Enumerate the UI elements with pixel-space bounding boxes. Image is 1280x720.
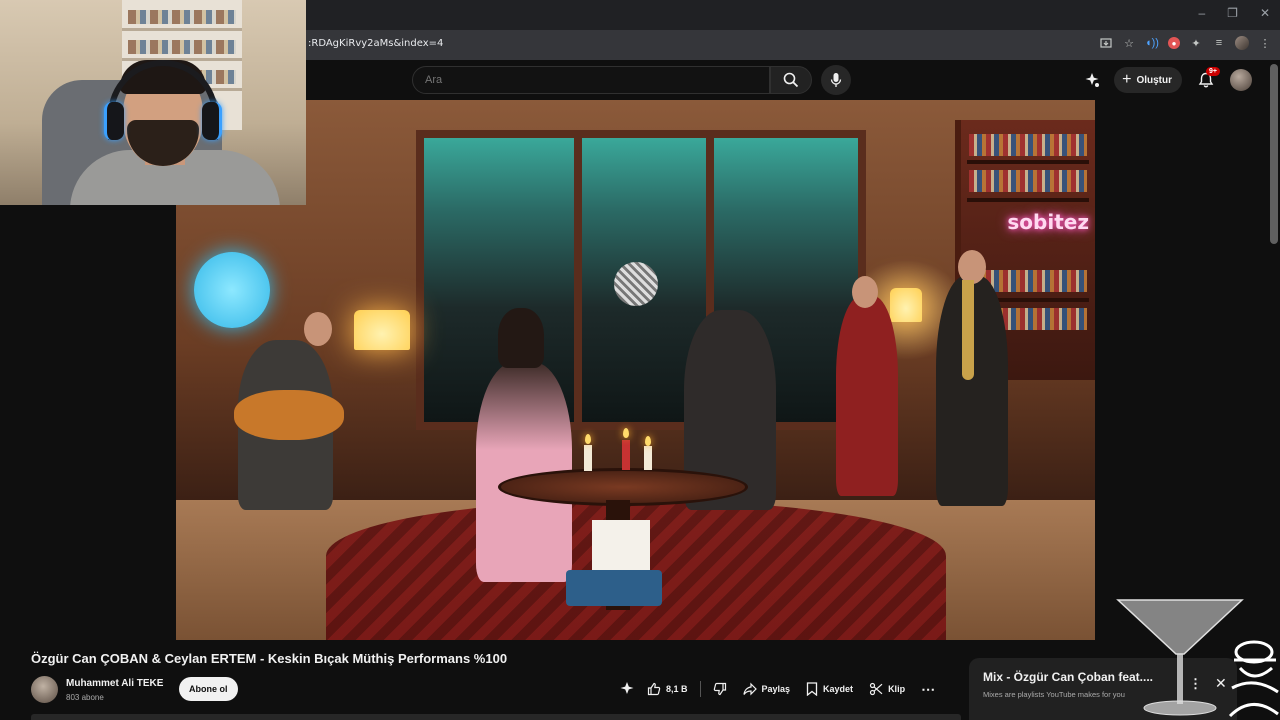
media-control-icon[interactable]: ≡ [1212, 36, 1226, 50]
acoustic-guitar [234, 390, 344, 440]
candle [622, 440, 630, 470]
dislike-button[interactable] [709, 678, 731, 700]
typewriter-paper [592, 520, 650, 570]
notifications-button[interactable]: 9+ [1196, 67, 1220, 90]
headset-earcup-right [202, 102, 222, 140]
mix-subtitle: Mixes are playlists YouTube makes for yo… [983, 690, 1125, 699]
close-window-icon[interactable]: ✕ [1260, 6, 1270, 20]
create-button[interactable]: + Oluştur [1114, 67, 1182, 93]
shelf-items [128, 10, 236, 24]
headset-earcup-left [104, 102, 124, 140]
search-icon [783, 72, 799, 88]
share-button[interactable]: Paylaş [739, 678, 795, 700]
notification-badge: 9+ [1206, 67, 1220, 76]
clip-icon [869, 682, 883, 696]
dislike-icon [713, 682, 726, 696]
window-controls: – ❐ ✕ [1198, 6, 1270, 20]
typewriter [566, 570, 662, 606]
candle-flame [645, 436, 651, 446]
webcam-overlay [0, 0, 306, 205]
description-box-edge[interactable] [31, 714, 961, 720]
like-divider [699, 681, 701, 697]
share-label: Paylaş [761, 684, 791, 694]
clip-button[interactable]: Klip [865, 678, 909, 700]
candle-flame [623, 428, 629, 438]
stream-mascot-overlay [1228, 640, 1279, 718]
shelf-items [128, 40, 236, 54]
books [969, 170, 1087, 192]
save-label: Kaydet [823, 684, 854, 694]
save-button[interactable]: Kaydet [802, 678, 857, 700]
clip-label: Klip [888, 684, 906, 694]
saxophonist-head [958, 250, 986, 284]
install-app-icon[interactable] [1099, 36, 1113, 50]
maximize-icon[interactable]: ❐ [1227, 6, 1238, 20]
backing-singer [836, 296, 898, 496]
video-player[interactable]: sobitez [176, 100, 1095, 640]
subscriber-count: 803 abone [66, 693, 104, 702]
channel-avatar[interactable] [31, 676, 58, 703]
like-count: 8,1 B [666, 684, 688, 694]
browser-profile-avatar[interactable] [1235, 36, 1249, 50]
neon-circle-sign [194, 252, 270, 328]
shelf-row [967, 160, 1089, 164]
window-mullion [574, 138, 582, 422]
bookmark-star-icon[interactable]: ☆ [1122, 36, 1136, 50]
floor-lamp [354, 310, 410, 350]
candle-flame [585, 434, 591, 444]
share-icon [742, 682, 757, 696]
ai-sparkle-icon[interactable] [1084, 72, 1100, 88]
backing-singer-head [852, 276, 878, 308]
sparkle-icon[interactable] [619, 681, 635, 697]
extension-audio-icon[interactable]: ◖)) [1145, 36, 1159, 50]
shelf-row [967, 198, 1089, 202]
tambourine [614, 262, 658, 306]
channel-row: Muhammet Ali TEKE 803 abone Abone ol 8,1… [31, 674, 961, 706]
video-actions: 8,1 B Paylaş Kaydet Klip ⋯ [619, 678, 939, 700]
extension-red-icon[interactable]: ● [1168, 37, 1180, 49]
books [969, 134, 1087, 156]
page-scrollbar[interactable] [1270, 64, 1278, 244]
search-input[interactable] [413, 67, 769, 93]
header-actions: + Oluştur 9+ [1084, 67, 1252, 93]
shelf-line [122, 28, 242, 31]
floor-lamp [890, 288, 922, 322]
plus-icon: + [1122, 71, 1132, 88]
search-box[interactable] [412, 66, 770, 94]
female-singer-hair [498, 308, 544, 368]
guitarist-head [304, 312, 332, 346]
mic-icon [830, 73, 842, 87]
channel-name[interactable]: Muhammet Ali TEKE [66, 678, 163, 689]
like-button[interactable]: 8,1 B [643, 678, 692, 700]
more-actions-button[interactable]: ⋯ [917, 678, 939, 700]
video-title: Özgür Can ÇOBAN & Ceylan ERTEM - Keskin … [31, 651, 508, 666]
like-icon [647, 682, 661, 696]
browser-toolbar-icons: ☆ ◖)) ● ✦ ≡ ⋮ [1099, 36, 1272, 50]
subscribe-button[interactable]: Abone ol [179, 677, 238, 701]
browser-menu-icon[interactable]: ⋮ [1258, 36, 1272, 50]
neon-sign: sobitez [1007, 210, 1089, 234]
create-label: Oluştur [1136, 74, 1172, 86]
minimize-icon[interactable]: – [1198, 6, 1205, 20]
search-button[interactable] [770, 66, 812, 94]
more-icon: ⋯ [921, 680, 936, 697]
voice-search-button[interactable] [821, 65, 851, 95]
candle [584, 445, 592, 471]
saxophone [962, 280, 974, 380]
user-avatar[interactable] [1230, 69, 1252, 91]
save-icon [806, 682, 818, 696]
extensions-icon[interactable]: ✦ [1189, 36, 1203, 50]
url-text[interactable]: :RDAgKiRvy2aMs&index=4 [308, 38, 443, 49]
candle [644, 446, 652, 470]
